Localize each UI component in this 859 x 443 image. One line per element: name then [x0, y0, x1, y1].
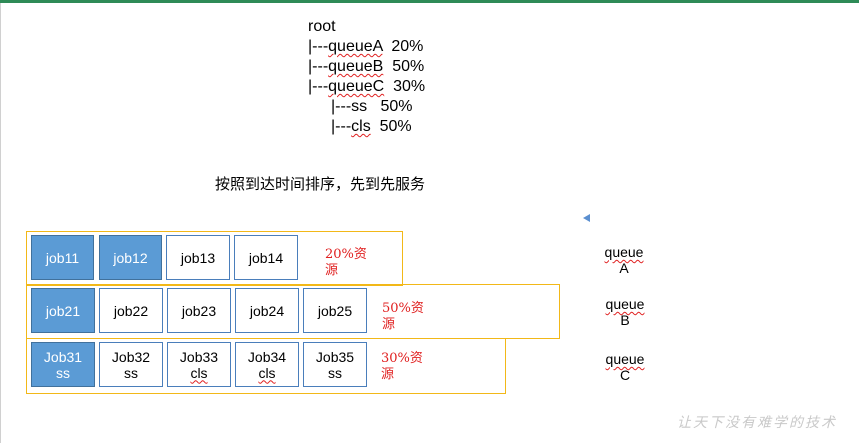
job-box: job22 — [99, 288, 163, 333]
tree-child-cls-share: 50% — [370, 118, 412, 135]
queue-c-resource-share: 30%资源 — [381, 351, 423, 383]
queue-word: queue — [605, 296, 645, 312]
pct-line: 50%资 — [382, 301, 424, 316]
tree-queue-c: |---queueC 30% — [308, 77, 425, 97]
tree-child-cls: |---cls 50% — [308, 117, 425, 137]
queue-tree: root |---queueA 20% |---queueB 50% |---q… — [308, 17, 425, 137]
tree-queue-c-share: 30% — [384, 78, 426, 95]
job-label: job24 — [249, 302, 285, 319]
job-box: job23 — [167, 288, 231, 333]
tree-queue-b-name: queueB — [328, 58, 384, 75]
pct-line: 30%资 — [381, 351, 423, 366]
job-label: Job33 — [179, 348, 219, 365]
job-label: Job34 — [247, 348, 287, 365]
tree-queue-a: |---queueA 20% — [308, 37, 425, 57]
job-sublabel: ss — [328, 364, 342, 381]
job-box: job12 — [99, 235, 162, 280]
job-label: Job31 — [43, 348, 83, 365]
job-box: Job34 cls — [235, 342, 299, 387]
job-sublabel: cls — [190, 364, 208, 381]
queue-b-label: queue B — [595, 296, 655, 328]
tree-child-ss-share: 50% — [367, 98, 413, 115]
tree-branch: |--- — [308, 78, 329, 95]
tree-root: root — [308, 18, 336, 35]
job-label: job11 — [45, 249, 80, 266]
job-box: job21 — [31, 288, 95, 333]
tree-queue-c-name: queueC — [328, 78, 385, 95]
job-label: job22 — [113, 302, 149, 319]
tree-child-cls-name: cls — [351, 118, 371, 135]
job-label: job12 — [113, 249, 148, 266]
queue-letter: B — [620, 312, 630, 328]
job-box: Job31 ss — [31, 342, 95, 387]
queue-letter: A — [619, 260, 629, 276]
top-accent-bar — [0, 0, 859, 3]
tree-branch: |--- — [308, 38, 329, 55]
job-box: job24 — [235, 288, 299, 333]
queue-a-label: queue A — [594, 244, 654, 276]
job-box: Job33 cls — [167, 342, 231, 387]
job-box: job13 — [166, 235, 230, 280]
job-label: job25 — [317, 302, 353, 319]
job-label: Job35 — [315, 348, 355, 365]
tree-child-ss: |---ss 50% — [308, 97, 425, 117]
job-box: job14 — [234, 235, 298, 280]
job-sublabel: cls — [258, 364, 276, 381]
job-label: job14 — [248, 249, 284, 266]
triangle-marker-icon — [583, 214, 590, 222]
job-sublabel: ss — [124, 364, 138, 381]
queue-b-resource-share: 50%资源 — [382, 301, 424, 333]
tree-queue-b-share: 50% — [383, 58, 425, 75]
tree-queue-a-share: 20% — [382, 38, 424, 55]
queue-word: queue — [605, 351, 645, 367]
tree-branch: |--- — [331, 118, 352, 135]
tree-child-ss-name: |---ss — [331, 98, 368, 115]
pct-line: 源 — [382, 317, 396, 332]
job-box: job25 — [303, 288, 367, 333]
queue-letter: C — [619, 367, 631, 383]
job-label: Job32 — [111, 348, 151, 365]
tree-branch: |--- — [308, 58, 329, 75]
watermark: 让天下没有难学的技术 — [677, 415, 837, 431]
job-label: job21 — [45, 302, 81, 319]
job-label: job23 — [181, 302, 217, 319]
pct-line: 源 — [381, 367, 395, 382]
fifo-heading: 按照到达时间排序，先到先服务 — [215, 175, 426, 193]
tree-queue-a-name: queueA — [328, 38, 383, 55]
pct-line: 20%资 — [325, 247, 367, 262]
job-label: job13 — [180, 249, 216, 266]
job-sublabel: ss — [56, 364, 70, 381]
job-box: job11 — [31, 235, 94, 280]
job-box: Job32 ss — [99, 342, 163, 387]
left-edge-line — [0, 3, 1, 443]
tree-queue-b: |---queueB 50% — [308, 57, 425, 77]
queue-c-label: queue C — [595, 351, 655, 383]
queue-word: queue — [604, 244, 644, 260]
queue-a-resource-share: 20%资源 — [325, 247, 367, 279]
pct-line: 源 — [325, 263, 339, 278]
job-box: Job35 ss — [303, 342, 367, 387]
